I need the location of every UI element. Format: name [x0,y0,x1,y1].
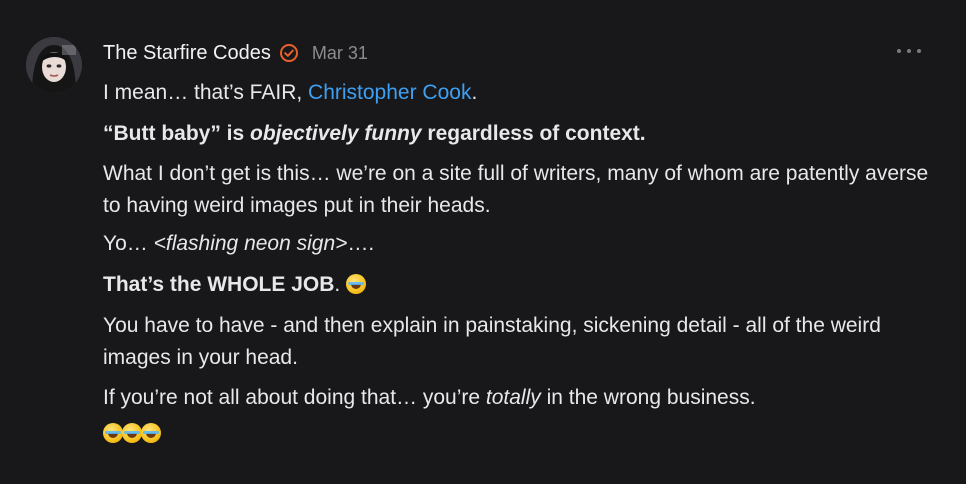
text: regardless of context. [421,122,646,145]
paragraph: If you’re not all about doing that… you’… [103,382,943,414]
italic-text: <flashing neon sign> [153,232,348,255]
ellipsis-icon[interactable] [897,44,921,58]
paragraph: You have to have - and then explain in p… [103,314,881,369]
paragraph: I mean… that’s FAIR, Christopher Cook. [103,77,943,109]
ellipsis-dot [907,49,911,53]
paragraph: “Butt baby” is objectively funny regardl… [103,118,943,150]
rolling-on-floor-laughing-emoji [122,423,142,443]
rolling-on-floor-laughing-emoji [141,423,161,443]
italic-text: objectively funny [250,122,422,145]
paragraph: What I don’t get is this… we’re on a sit… [103,162,929,217]
text: in the wrong business. [540,386,756,409]
ellipsis-dot [897,49,901,53]
text: . [471,81,478,104]
comment-card: The Starfire Codes Mar 31 I mean… that’s… [0,0,966,484]
comment-date[interactable]: Mar 31 [312,43,368,64]
text: “Butt baby” is [103,122,251,145]
text: . [334,273,347,296]
rolling-on-floor-laughing-emoji [346,274,367,294]
text: If you’re not all about doing that… you’… [103,386,486,409]
author-name[interactable]: The Starfire Codes [103,42,271,65]
ellipsis-dot [917,49,921,53]
text: I mean… that’s FAIR, [103,81,309,104]
comment-header: The Starfire Codes Mar 31 [103,40,368,66]
italic-text: totally [485,386,541,409]
paragraph: That’s the WHOLE JOB. [103,269,943,301]
paragraph: Yo… <flashing neon sign>…. [103,228,943,260]
bold-text: That’s the WHOLE JOB [103,273,335,296]
text: Yo… [103,232,154,255]
user-mention-link[interactable]: Christopher Cook [308,81,471,104]
avatar[interactable] [26,37,82,93]
text: …. [347,232,375,255]
rolling-on-floor-laughing-emoji [103,423,123,443]
comment-body: I mean… that’s FAIR, Christopher Cook. “… [103,77,943,443]
emoji-row [103,423,943,443]
verified-badge-icon [279,43,299,63]
avatar-image [26,37,82,93]
